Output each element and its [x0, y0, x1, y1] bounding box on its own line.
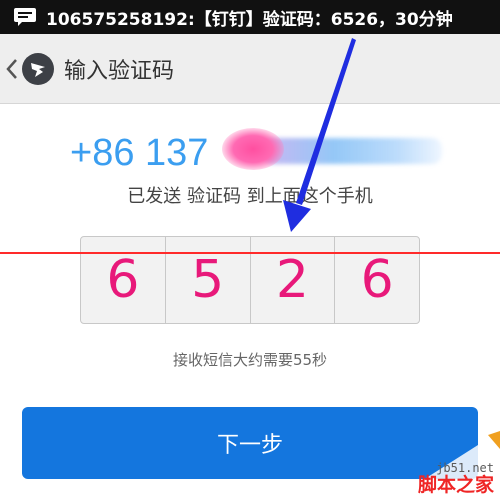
watermark-name: 脚本之家 — [417, 474, 494, 496]
annotation-arrow — [283, 38, 356, 232]
watermark: jb51.net 脚本之家 — [390, 431, 500, 501]
